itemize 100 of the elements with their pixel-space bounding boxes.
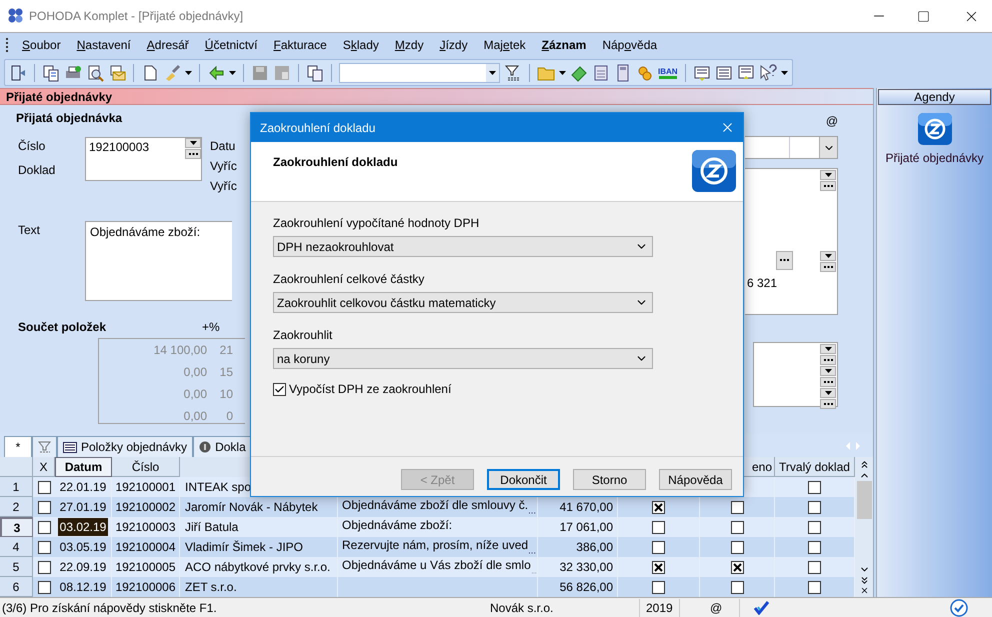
maximize-icon[interactable] <box>917 10 930 22</box>
combo-field[interactable] <box>745 136 838 159</box>
menu-item[interactable]: Majetek <box>478 36 532 54</box>
scroll-bottom-icon[interactable] <box>858 575 870 586</box>
copy-icon[interactable] <box>42 64 60 82</box>
agenda-item[interactable]: Přijaté objednávky <box>877 112 992 167</box>
checkbox[interactable] <box>730 560 744 574</box>
dialog-button[interactable]: Dokončit <box>487 469 560 490</box>
more-button[interactable] <box>820 262 836 272</box>
preview-icon[interactable] <box>86 64 104 82</box>
menu-item[interactable]: Soubor <box>16 36 67 54</box>
scroll-top-icon[interactable] <box>858 459 870 470</box>
checkbox[interactable] <box>38 580 50 594</box>
menu-item[interactable]: Záznam <box>536 36 592 54</box>
checkbox[interactable] <box>808 560 821 574</box>
checkbox[interactable] <box>652 540 665 554</box>
checkbox[interactable] <box>730 520 744 534</box>
scroll-thumb[interactable] <box>856 481 872 519</box>
list-icon[interactable] <box>736 64 755 82</box>
select-field[interactable]: na koruny <box>273 348 653 369</box>
back-arrow-icon[interactable] <box>207 64 225 82</box>
door-icon[interactable] <box>9 64 27 82</box>
scrollbar[interactable] <box>855 457 873 597</box>
tab[interactable] <box>32 436 57 457</box>
select-field[interactable]: DPH nezaokrouhlovat <box>273 236 653 257</box>
menu-item[interactable]: Nastavení <box>70 36 137 54</box>
checkbox[interactable] <box>808 540 821 554</box>
dialog-button[interactable]: Storno <box>573 469 646 490</box>
menu-item[interactable]: Účetnictví <box>198 36 264 54</box>
row-header[interactable]: 5 <box>0 557 33 577</box>
dropdown-button[interactable] <box>820 170 836 180</box>
more-button[interactable] <box>820 377 836 387</box>
checkbox[interactable] <box>652 520 665 534</box>
address-field[interactable]: 6 321 <box>745 168 838 315</box>
rate-text: 0 <box>225 408 233 425</box>
checkbox[interactable] <box>38 500 50 514</box>
checkbox[interactable] <box>652 500 665 514</box>
checkbox[interactable] <box>273 382 286 396</box>
row-header[interactable]: 6 <box>0 577 33 597</box>
checkbox[interactable] <box>38 480 50 494</box>
dialog-button[interactable]: Nápověda <box>659 469 732 490</box>
menu-item[interactable]: Adresář <box>140 36 195 54</box>
tab[interactable]: Dokla <box>193 436 252 457</box>
table-cell: ACO nábytkové prvky s.r.o. <box>180 557 338 577</box>
checkbox[interactable] <box>808 500 821 514</box>
row-header[interactable]: 2 <box>0 497 33 517</box>
row-header[interactable]: 1 <box>0 477 33 497</box>
more-button[interactable] <box>185 149 201 159</box>
column-header[interactable]: Datum <box>55 457 112 477</box>
checkbox[interactable] <box>730 580 744 594</box>
tab[interactable]: Položky objednávky <box>57 436 194 457</box>
menu-item[interactable]: Sklady <box>336 36 385 54</box>
table-cell: ZET s.r.o. <box>180 577 338 597</box>
checkbox[interactable] <box>808 520 821 534</box>
check-circle-icon[interactable] <box>950 598 968 616</box>
filter-icon[interactable] <box>504 64 522 82</box>
more-button[interactable] <box>820 355 836 365</box>
checkbox[interactable] <box>808 580 821 594</box>
section-title: Přijatá objednávka <box>15 110 124 127</box>
select-field[interactable]: Zaokrouhlit celkovou částku matematicky <box>273 292 653 313</box>
dropdown-button[interactable] <box>820 344 836 354</box>
copy-icon[interactable] <box>306 64 324 82</box>
row-header[interactable]: 3 <box>0 517 33 537</box>
banknote-icon[interactable] <box>570 64 588 82</box>
more-button[interactable] <box>820 399 836 409</box>
number-field[interactable]: 192100003 <box>85 137 202 181</box>
menu-item[interactable]: Jízdy <box>434 36 474 54</box>
dropdown-button[interactable] <box>820 366 836 376</box>
list-icon[interactable] <box>714 64 733 82</box>
coins-icon[interactable] <box>636 64 654 82</box>
list-field[interactable] <box>753 342 838 407</box>
help-cursor-icon[interactable] <box>758 64 777 82</box>
menu-item[interactable]: Fakturace <box>267 36 333 54</box>
amount-text: 0,00 <box>182 408 207 425</box>
checkbox[interactable] <box>38 520 50 534</box>
checkbox[interactable] <box>652 580 665 594</box>
more-button[interactable] <box>776 251 793 270</box>
app-logo-icon <box>8 8 24 24</box>
field-label: Vyříc <box>210 178 237 195</box>
envelope-icon[interactable] <box>108 64 126 82</box>
more-button[interactable] <box>820 181 836 191</box>
field-label: Doklad <box>18 162 56 179</box>
checkbox[interactable] <box>652 560 665 574</box>
dropdown-button[interactable] <box>820 388 836 398</box>
dropdown-button[interactable] <box>185 138 201 148</box>
row-header[interactable]: 4 <box>0 537 33 557</box>
table-cell: 22.01.19 <box>55 477 112 497</box>
checkbox[interactable] <box>730 540 744 554</box>
tab[interactable]: * <box>4 436 32 457</box>
text-field[interactable]: Objednáváme zboží: <box>85 221 232 301</box>
menu-item[interactable]: Nápověda <box>596 36 664 54</box>
checkbox[interactable] <box>808 480 821 494</box>
close-icon[interactable] <box>860 586 868 595</box>
checkbox[interactable] <box>38 560 50 574</box>
checkbox[interactable] <box>730 500 744 514</box>
checkbox[interactable] <box>38 540 50 554</box>
dropdown-button[interactable] <box>820 251 836 261</box>
menu-item[interactable]: Mzdy <box>388 36 430 54</box>
list-icon[interactable] <box>692 64 711 82</box>
calculator-icon[interactable] <box>592 64 610 82</box>
